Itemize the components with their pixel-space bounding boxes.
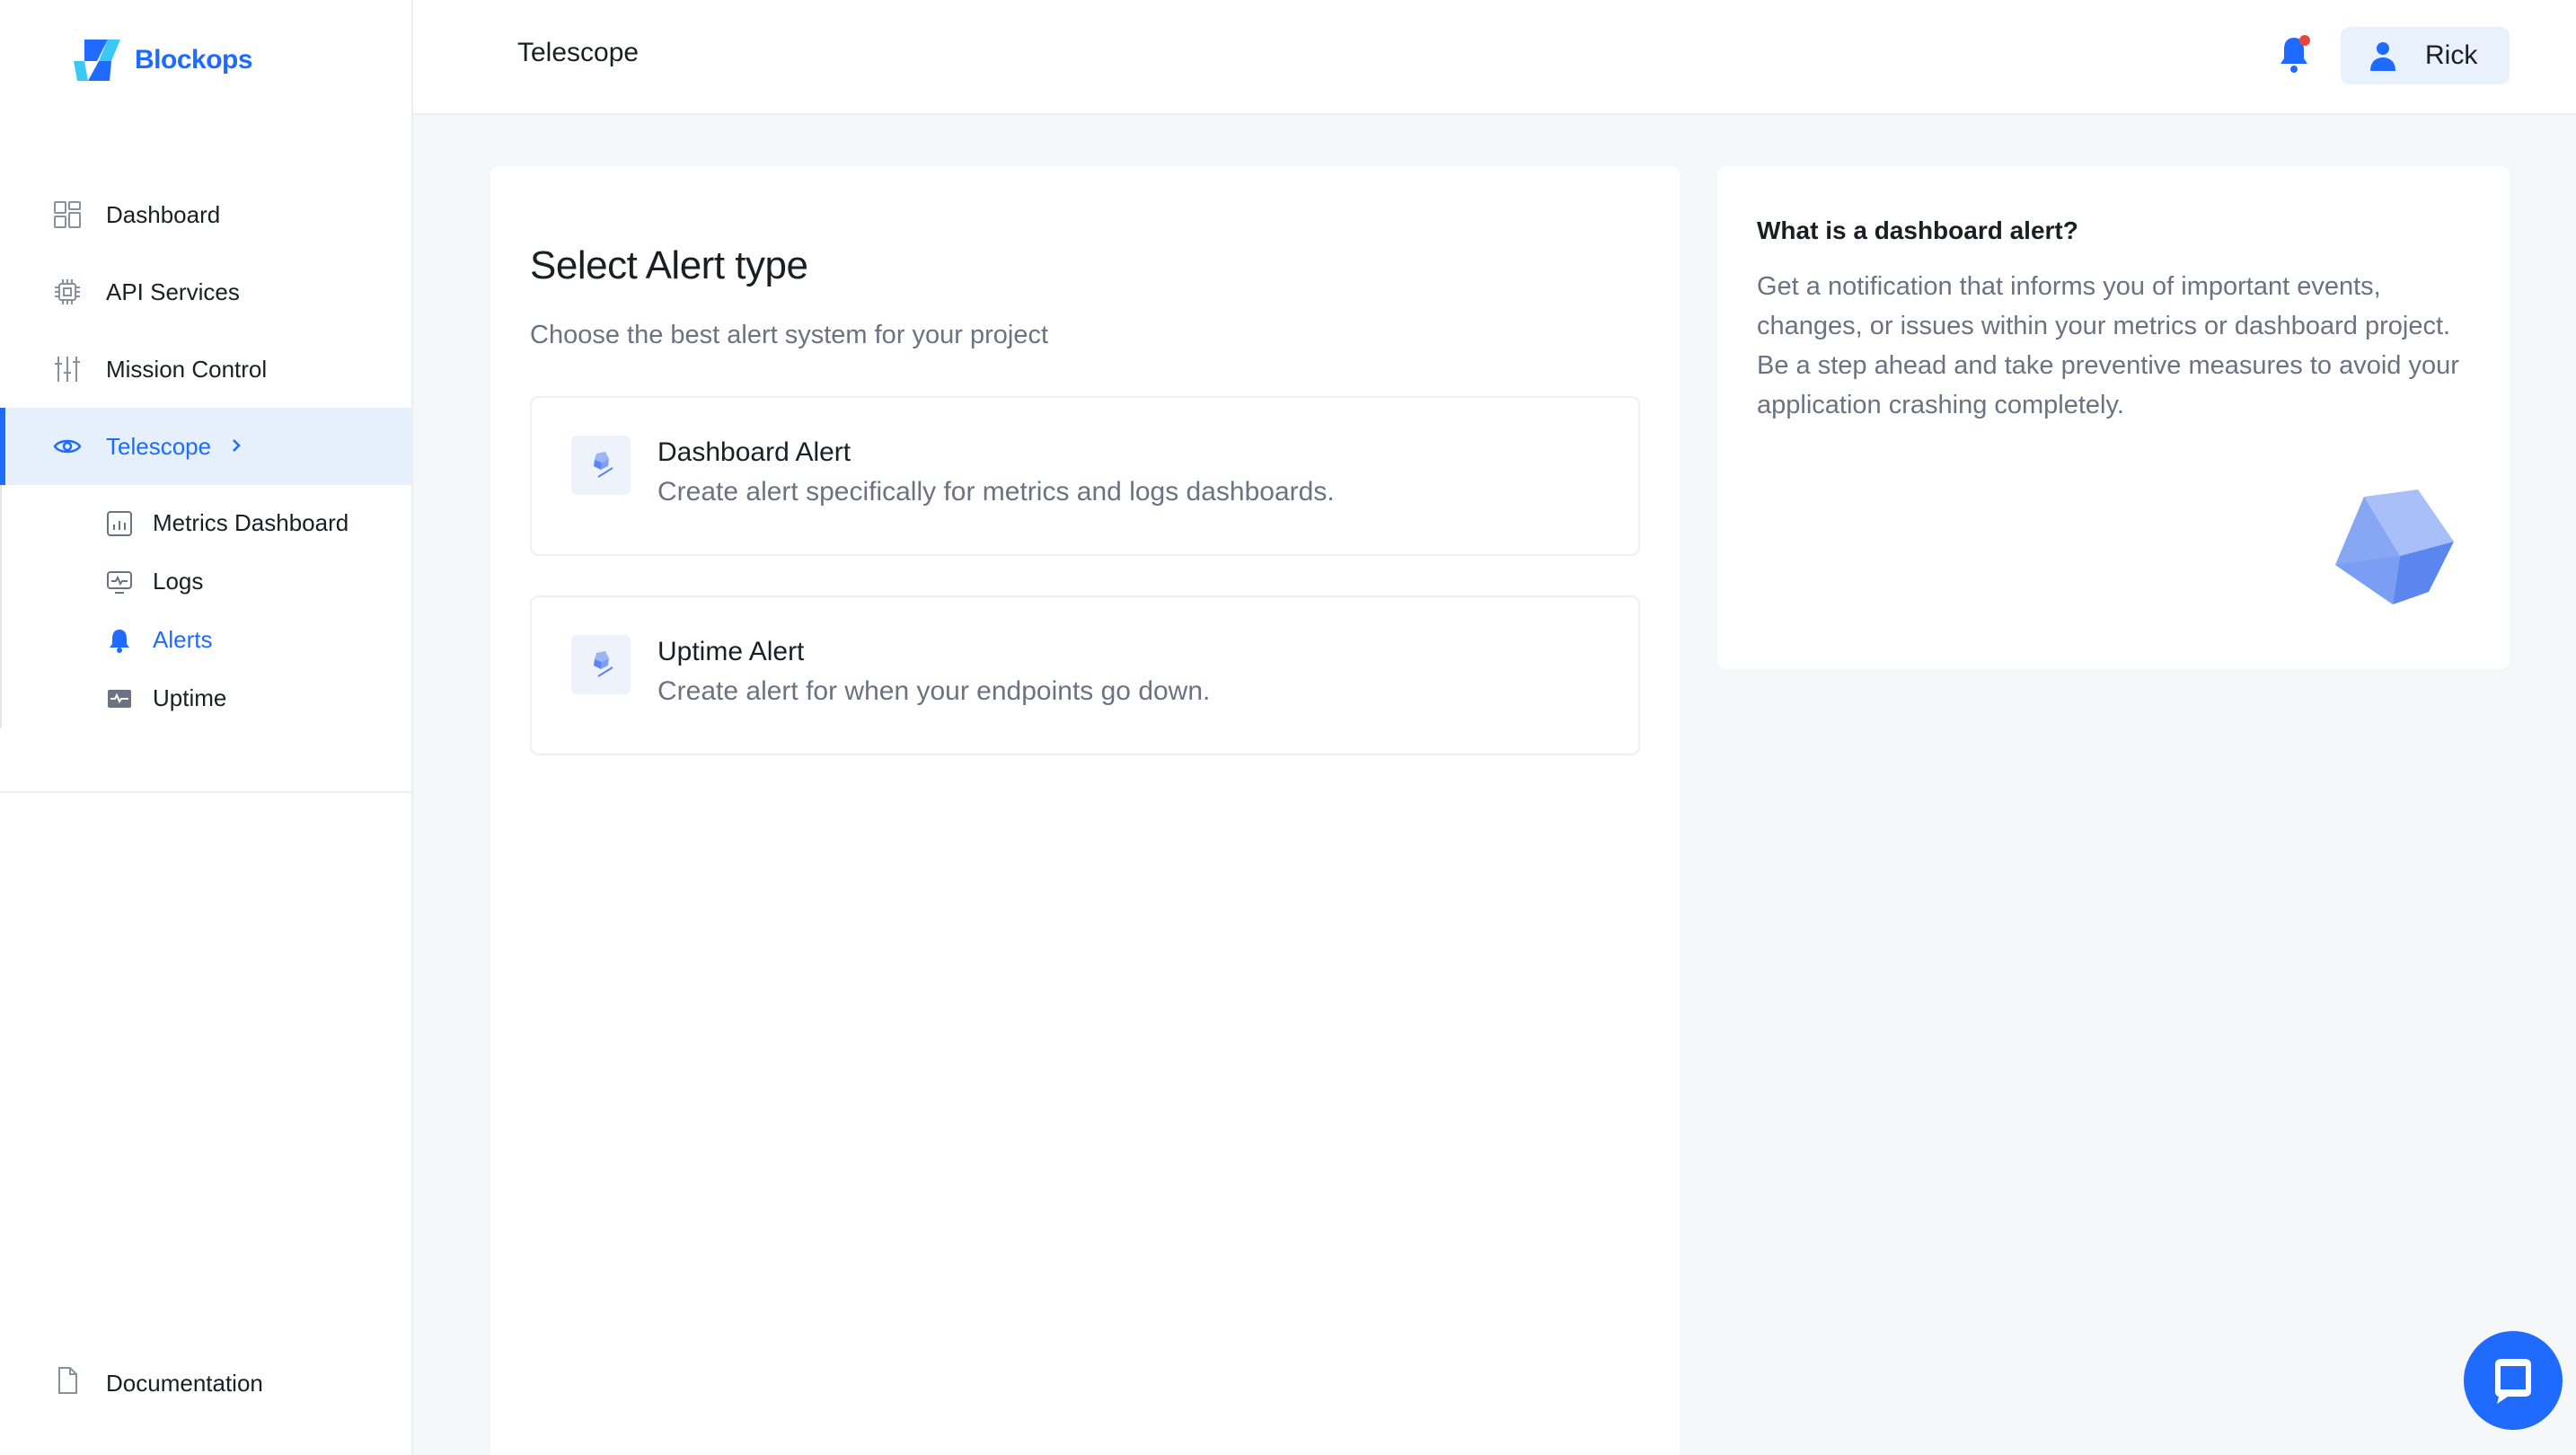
notification-bell-icon[interactable] xyxy=(2276,32,2316,77)
blockops-logo-icon xyxy=(74,40,120,81)
uptime-alert-option[interactable]: Uptime Alert Create alert for when your … xyxy=(530,595,1640,755)
dashboard-grid-icon xyxy=(52,199,83,230)
alert-type-panel: Select Alert type Choose the best alert … xyxy=(490,166,1680,1455)
sidebar-subitem-metrics-dashboard[interactable]: Metrics Dashboard xyxy=(0,494,411,552)
alert-type-title: Select Alert type xyxy=(530,243,808,287)
sidebar-subitem-uptime[interactable]: Uptime xyxy=(0,669,411,728)
brand[interactable]: Blockops xyxy=(72,38,253,83)
sidebar-subitem-label: Metrics Dashboard xyxy=(153,509,349,536)
telescope-subnav: Metrics Dashboard Logs Alerts Uptime xyxy=(0,485,411,736)
sidebar-item-label: Mission Control xyxy=(106,355,268,383)
cube-icon xyxy=(571,635,631,694)
documentation-label: Documentation xyxy=(106,1370,263,1397)
eye-icon xyxy=(52,431,83,462)
uptime-icon xyxy=(106,685,133,712)
alert-type-subtitle: Choose the best alert system for your pr… xyxy=(530,321,1049,349)
option-title: Dashboard Alert xyxy=(657,437,851,467)
option-description: Create alert for when your endpoints go … xyxy=(657,676,1211,706)
option-title: Uptime Alert xyxy=(657,637,805,666)
bell-icon xyxy=(106,627,133,654)
sidebar-subitem-label: Alerts xyxy=(153,626,213,653)
sidebar-subitem-logs[interactable]: Logs xyxy=(0,552,411,611)
sidebar-item-documentation[interactable]: Documentation xyxy=(52,1365,263,1402)
bar-chart-icon xyxy=(106,510,133,537)
cube-illustration-icon xyxy=(2335,489,2454,604)
sidebar-item-telescope[interactable]: Telescope xyxy=(0,408,411,485)
user-menu[interactable]: Rick xyxy=(2341,27,2510,84)
option-description: Create alert specifically for metrics an… xyxy=(657,477,1335,507)
chat-support-button[interactable] xyxy=(2464,1331,2563,1430)
user-avatar-icon xyxy=(2370,42,2395,71)
top-header: Telescope Rick xyxy=(413,0,2576,115)
info-panel: What is a dashboard alert? Get a notific… xyxy=(1717,166,2510,669)
user-name: Rick xyxy=(2425,40,2478,70)
sidebar-item-mission-control[interactable]: Mission Control xyxy=(0,331,411,408)
sidebar-divider xyxy=(0,791,411,793)
notification-dot xyxy=(2299,35,2310,46)
chevron-right-icon xyxy=(227,433,245,461)
brand-name: Blockops xyxy=(135,45,253,75)
sliders-icon xyxy=(52,354,83,384)
info-title: What is a dashboard alert? xyxy=(1757,216,2078,244)
sidebar-nav: Dashboard API Services Mission Control T… xyxy=(0,176,411,736)
info-body: Get a notification that informs you of i… xyxy=(1757,272,2459,419)
sidebar-item-label: API Services xyxy=(106,278,240,305)
sidebar-subitem-label: Uptime xyxy=(153,684,227,711)
monitor-pulse-icon xyxy=(106,569,133,595)
chat-bubble-icon xyxy=(2495,1359,2531,1404)
document-icon xyxy=(52,1365,83,1402)
sidebar-item-label: Telescope xyxy=(106,432,212,460)
cube-icon xyxy=(571,436,631,495)
sidebar-subitem-alerts[interactable]: Alerts xyxy=(0,611,411,669)
sidebar-item-api-services[interactable]: API Services xyxy=(0,253,411,331)
sidebar: Blockops Dashboard API Services Mission … xyxy=(0,0,413,1455)
sidebar-subitem-label: Logs xyxy=(153,568,204,595)
page-title: Telescope xyxy=(517,38,640,67)
sidebar-item-dashboard[interactable]: Dashboard xyxy=(0,176,411,253)
chip-icon xyxy=(52,277,83,307)
dashboard-alert-option[interactable]: Dashboard Alert Create alert specificall… xyxy=(530,396,1640,556)
sidebar-item-label: Dashboard xyxy=(106,200,221,228)
